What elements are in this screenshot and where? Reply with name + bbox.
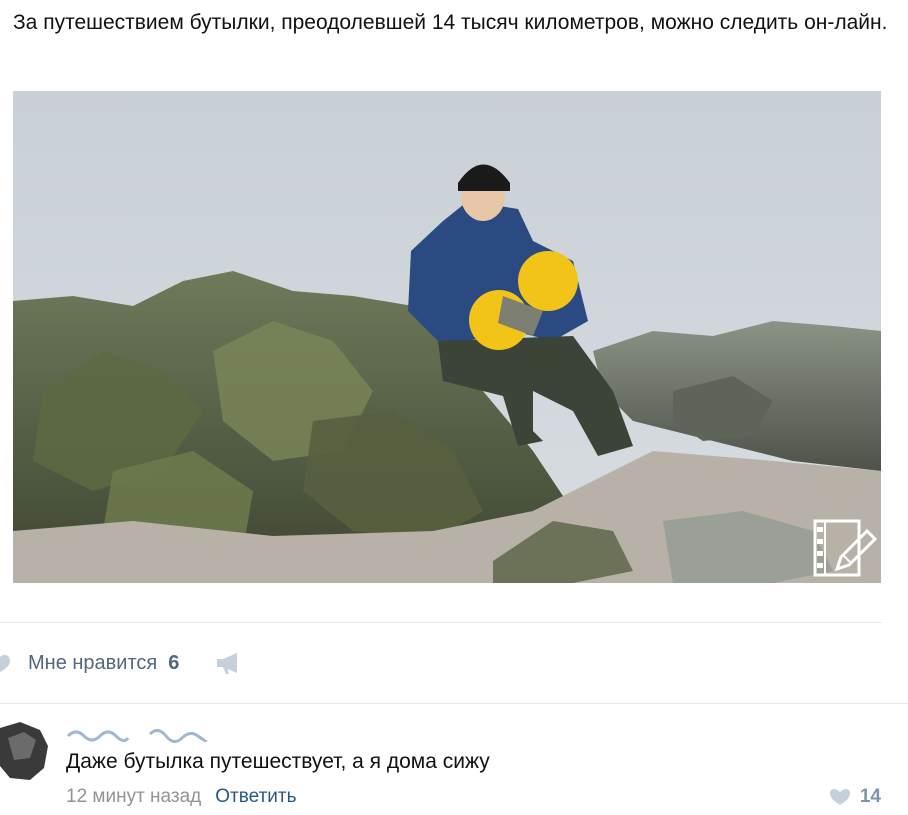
comments-divider — [0, 703, 908, 704]
avatar[interactable] — [0, 718, 48, 784]
blurred-name-image — [66, 729, 208, 743]
comment-time[interactable]: 12 минут назад — [66, 786, 201, 808]
comment-text: Даже бутылка путешествует, а я дома сижу — [66, 750, 490, 773]
post-divider — [0, 622, 882, 623]
post-photo[interactable] — [13, 91, 881, 583]
comment-author[interactable] — [66, 724, 216, 748]
comment-meta: 12 минут назад Ответить — [66, 786, 297, 808]
like-count[interactable]: 6 — [168, 652, 179, 675]
heart-icon — [829, 789, 850, 805]
video-edit-icon[interactable] — [813, 519, 877, 577]
post-actions: Мне нравится 6 — [0, 648, 243, 678]
like-button[interactable]: Мне нравится — [28, 652, 157, 675]
comment-like-button[interactable]: 14 — [829, 786, 881, 808]
post-text: За путешествием бутылки, преодолевшей 14… — [13, 11, 888, 34]
heart-icon[interactable] — [0, 653, 16, 673]
reply-button[interactable]: Ответить — [215, 786, 296, 808]
megaphone-icon[interactable] — [215, 651, 243, 675]
photo-image — [13, 91, 881, 583]
comment-like-count: 14 — [859, 786, 881, 807]
